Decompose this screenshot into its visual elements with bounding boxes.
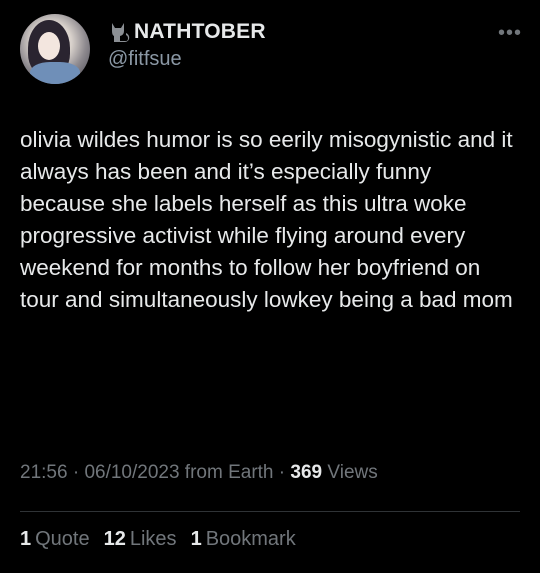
- display-name-row[interactable]: NATHTOBER: [108, 20, 266, 44]
- bookmarks-count: 1: [190, 528, 202, 550]
- meta-separator: ·: [273, 462, 291, 483]
- views-count[interactable]: 369: [290, 462, 322, 483]
- bookmarks-label: Bookmark: [205, 528, 296, 550]
- bookmarks-stat[interactable]: 1 Bookmark: [191, 528, 296, 551]
- meta-separator: ·: [67, 462, 85, 483]
- tweet-date[interactable]: 06/10/2023: [84, 462, 179, 483]
- user-names: NATHTOBER @fitfsue: [108, 20, 266, 71]
- more-options-icon[interactable]: •••: [498, 22, 522, 45]
- views-label: Views: [322, 462, 378, 483]
- divider: [20, 511, 520, 512]
- tweet-time[interactable]: 21:56: [20, 462, 68, 483]
- user-handle[interactable]: @fitfsue: [108, 48, 266, 71]
- quotes-label: Quote: [35, 528, 90, 550]
- tweet-header: NATHTOBER @fitfsue •••: [20, 14, 526, 84]
- tweet-stats: 1 Quote 12 Likes 1 Bookmark: [20, 528, 296, 551]
- quotes-count: 1: [20, 528, 32, 550]
- cat-icon: [108, 21, 130, 43]
- tweet-text: olivia wildes humor is so eerily misogyn…: [20, 127, 513, 312]
- tweet-source: from Earth: [179, 462, 274, 483]
- avatar-dress: [30, 62, 80, 84]
- likes-label: Likes: [129, 528, 177, 550]
- likes-count: 12: [103, 528, 126, 550]
- likes-stat[interactable]: 12 Likes: [104, 528, 177, 551]
- avatar-face: [38, 32, 60, 60]
- display-name[interactable]: NATHTOBER: [134, 20, 266, 44]
- quotes-stat[interactable]: 1 Quote: [20, 528, 90, 551]
- avatar[interactable]: [20, 14, 90, 84]
- tweet-meta: 21:56 · 06/10/2023 from Earth · 369 View…: [20, 462, 378, 484]
